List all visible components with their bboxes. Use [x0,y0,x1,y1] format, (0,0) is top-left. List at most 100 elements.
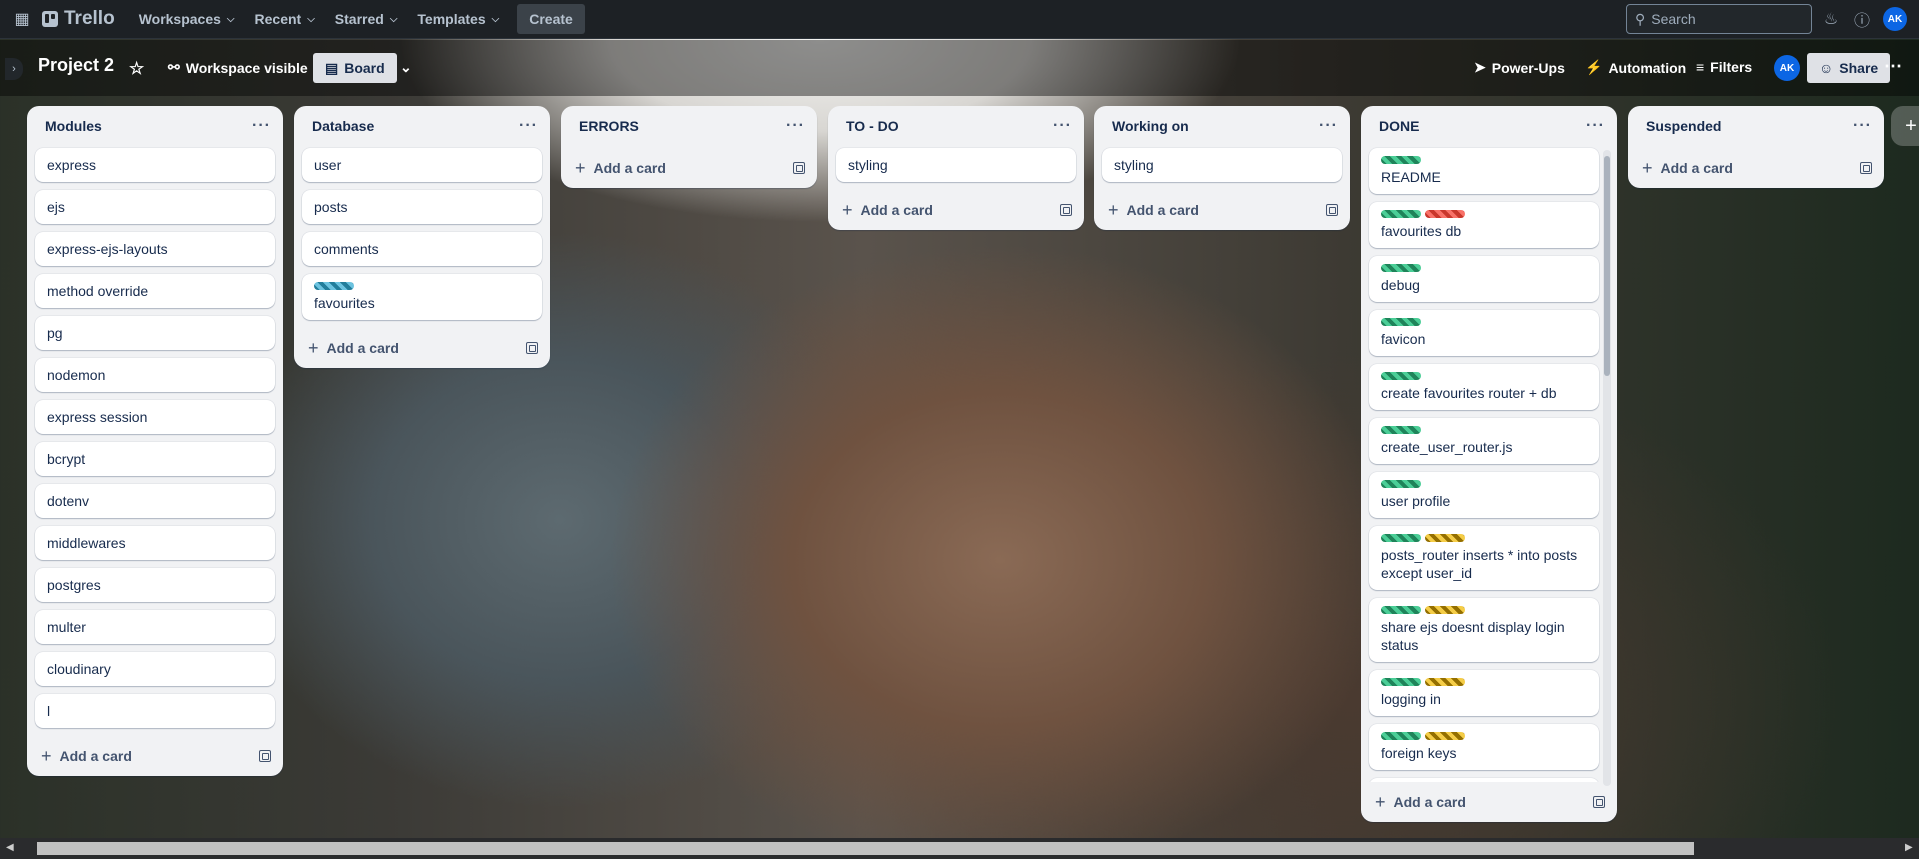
add-card-button[interactable]: + Add a card [27,736,283,776]
star-icon[interactable]: ☆ [129,59,144,79]
list-2[interactable]: ERRORS ··· + Add a card [561,106,817,188]
account-menu[interactable]: AK [1882,6,1908,32]
add-card-button[interactable]: + Add a card [294,328,550,368]
list-4[interactable]: Working on ··· styling + Add a card [1094,106,1350,230]
add-card-button[interactable]: + Add a card [828,190,1084,230]
add-card-button[interactable]: + Add a card [1628,148,1884,188]
label-yellow[interactable] [1425,534,1465,542]
search-box[interactable]: ⚲ [1626,4,1812,34]
card[interactable]: favourites [302,274,542,320]
scroll-right-icon[interactable]: ▶ [1905,842,1913,853]
add-card-button[interactable]: + Add a card [1361,782,1617,822]
trello-logo[interactable]: Trello [42,8,115,30]
list-actions-icon[interactable]: ··· [1319,117,1338,135]
card[interactable]: user [302,148,542,182]
card[interactable]: posts_router inserts * into posts except… [1369,526,1599,590]
label-green[interactable] [1381,678,1421,686]
list-6[interactable]: Suspended ··· + Add a card [1628,106,1884,188]
label-green[interactable] [1381,480,1421,488]
grid-icon[interactable]: ▦ [8,5,36,33]
card[interactable]: nodemon [35,358,275,392]
horizontal-scrollbar[interactable]: ◀ ▶ [0,838,1919,859]
card[interactable]: create_user_router.js [1369,418,1599,464]
add-card-button[interactable]: + Add a card [561,148,817,188]
card[interactable]: ejs [35,190,275,224]
card[interactable]: method override [35,274,275,308]
list-header[interactable]: Modules ··· [27,106,283,146]
card[interactable]: multer [35,610,275,644]
list-header[interactable]: ERRORS ··· [561,106,817,146]
label-blue[interactable] [314,282,354,290]
list-title[interactable]: DONE [1379,118,1419,134]
card-template-icon[interactable] [1593,796,1605,808]
label-green[interactable] [1381,210,1421,218]
list-header[interactable]: Working on ··· [1094,106,1350,146]
label-green[interactable] [1381,534,1421,542]
list-title[interactable]: Suspended [1646,118,1721,134]
label-yellow[interactable] [1425,678,1465,686]
label-green[interactable] [1381,732,1421,740]
card[interactable]: pg [35,316,275,350]
label-yellow[interactable] [1425,606,1465,614]
card-template-icon[interactable] [1860,162,1872,174]
card[interactable]: README [1369,148,1599,194]
list-3[interactable]: TO - DO ··· styling + Add a card [828,106,1084,230]
card[interactable]: express session [35,400,275,434]
card[interactable]: user profile [1369,472,1599,518]
list-title[interactable]: Database [312,118,374,134]
label-green[interactable] [1381,426,1421,434]
card-template-icon[interactable] [259,750,271,762]
chevron-right-icon[interactable]: › [5,58,23,80]
card-template-icon[interactable] [1326,204,1338,216]
label-green[interactable] [1381,156,1421,164]
list-0[interactable]: Modules ··· express ejs express-ejs-layouts m… [27,106,283,776]
card[interactable]: styling [1102,148,1342,182]
card[interactable]: comments [302,232,542,266]
power-ups-button[interactable]: ➤ Power-Ups [1474,59,1565,76]
automation-button[interactable]: ⚡ Automation [1585,59,1686,76]
list-title[interactable]: Working on [1112,118,1189,134]
list-actions-icon[interactable]: ··· [252,117,271,135]
card[interactable]: l [35,694,275,728]
card-template-icon[interactable] [793,162,805,174]
card[interactable]: middlewares [35,526,275,560]
board-member[interactable]: AK [1774,55,1800,81]
label-green[interactable] [1381,264,1421,272]
scroll-left-icon[interactable]: ◀ [6,842,14,853]
list-actions-icon[interactable]: ··· [1853,117,1872,135]
card[interactable] [1369,778,1599,782]
label-red[interactable] [1425,210,1465,218]
create-button[interactable]: Create [517,4,585,34]
filters-button[interactable]: ≡ Filters [1696,59,1752,75]
list-scrollbar[interactable] [1603,150,1611,786]
card[interactable]: favourites db [1369,202,1599,248]
list-actions-icon[interactable]: ··· [786,117,805,135]
list-actions-icon[interactable]: ··· [1053,117,1072,135]
label-green[interactable] [1381,372,1421,380]
nav-starred[interactable]: Starred ⌵ [325,3,408,35]
card[interactable]: express-ejs-layouts [35,232,275,266]
card[interactable]: dotenv [35,484,275,518]
list-header[interactable]: DONE ··· [1361,106,1617,146]
label-green[interactable] [1381,318,1421,326]
card[interactable]: bcrypt [35,442,275,476]
list-title[interactable]: Modules [45,118,102,134]
list-header[interactable]: Suspended ··· [1628,106,1884,146]
list-header[interactable]: TO - DO ··· [828,106,1084,146]
board-title[interactable]: Project 2 [38,55,114,76]
list-actions-icon[interactable]: ··· [519,117,538,135]
list-title[interactable]: TO - DO [846,118,899,134]
add-list-button[interactable]: + [1891,106,1919,146]
help-icon[interactable]: ⓘ [1849,6,1875,32]
card[interactable]: favicon [1369,310,1599,356]
bell-icon[interactable]: ♨ [1818,6,1844,32]
scrollbar-thumb[interactable] [37,842,1694,855]
card[interactable]: postgres [35,568,275,602]
card[interactable]: foreign keys [1369,724,1599,770]
card-template-icon[interactable] [526,342,538,354]
share-button[interactable]: ☺ Share [1807,53,1891,83]
nav-recent[interactable]: Recent ⌵ [245,3,325,35]
list-1[interactable]: Database ··· user posts comments favourites + A… [294,106,550,368]
list-title[interactable]: ERRORS [579,118,639,134]
card[interactable]: share ejs doesnt display login status [1369,598,1599,662]
